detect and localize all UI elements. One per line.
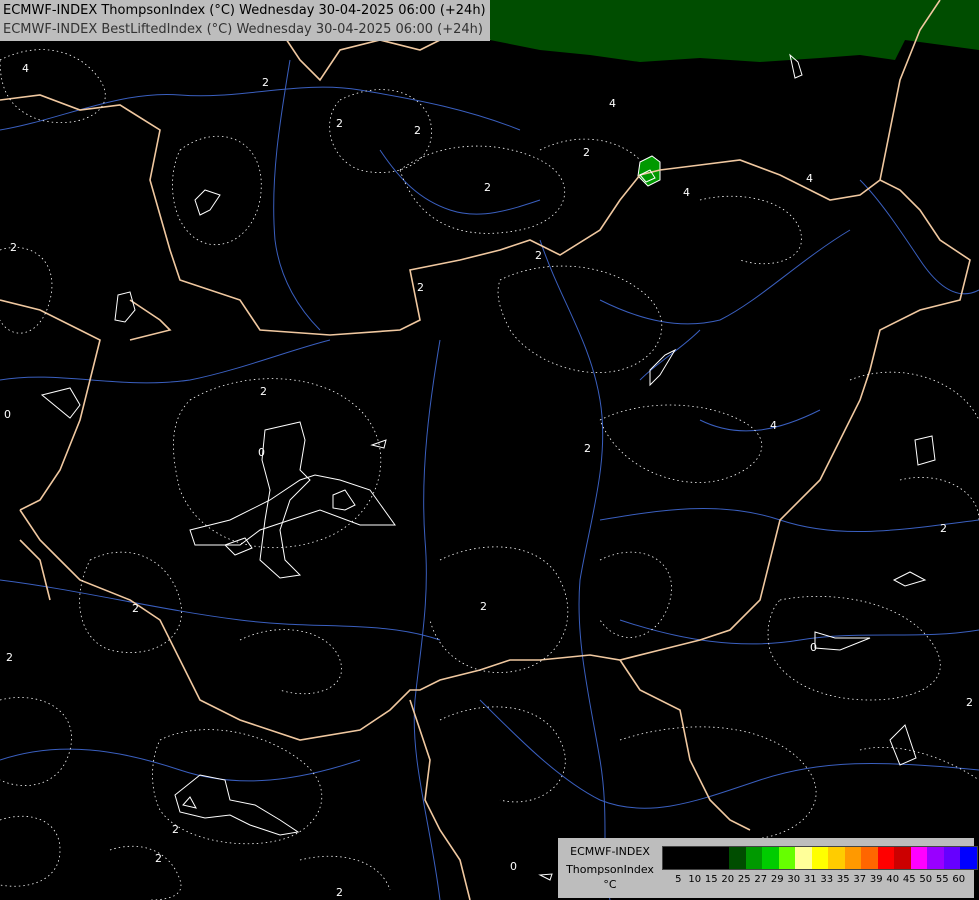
contour-label: 2 — [584, 442, 591, 455]
contour-label: 0 — [510, 860, 517, 873]
best-lifted-index-contours — [40, 53, 936, 881]
contour-label: 2 — [172, 823, 179, 836]
contour-labels: 4 2 2 2 2 4 2 4 4 2 2 2 0 2 4 2 2 2 2 2 … — [4, 62, 973, 899]
legend-tick-label: 40 — [886, 874, 900, 885]
country-borders — [0, 0, 971, 900]
contour-label: 0 — [810, 641, 817, 654]
contour-label: 2 — [336, 886, 343, 899]
legend-swatch — [778, 847, 795, 869]
weather-map: 4 2 2 2 2 4 2 4 4 2 2 2 0 2 4 2 2 2 2 2 … — [0, 0, 979, 900]
contour-label: 4 — [806, 172, 813, 185]
legend-swatch — [696, 847, 713, 869]
contour-label: 0 — [258, 446, 265, 459]
legend-tick-label: 60 — [952, 874, 966, 885]
legend-tick-label: 50 — [919, 874, 933, 885]
legend-swatch — [943, 847, 960, 869]
contour-label: 2 — [260, 385, 267, 398]
legend-tick-label: 33 — [820, 874, 834, 885]
contour-label: 2 — [155, 852, 162, 865]
legend-tick-label: 35 — [836, 874, 850, 885]
legend-tick-label: 39 — [869, 874, 883, 885]
contour-label: 4 — [770, 419, 777, 432]
contour-label: 2 — [132, 602, 139, 615]
contour-label: 0 — [4, 408, 11, 421]
legend-swatch — [762, 847, 779, 869]
contour-label: 2 — [940, 522, 947, 535]
legend-tick-label: 30 — [787, 874, 801, 885]
legend-unit: °C — [603, 878, 617, 891]
contour-label: 2 — [966, 696, 973, 709]
legend-tick-label: 10 — [688, 874, 702, 885]
legend-tick-label: 45 — [902, 874, 916, 885]
legend-swatch — [960, 847, 977, 869]
legend-swatch — [745, 847, 762, 869]
legend-swatch — [844, 847, 861, 869]
legend-swatch — [910, 847, 927, 869]
legend-swatch — [795, 847, 812, 869]
legend-index: ThompsonIndex — [566, 863, 654, 876]
legend-swatch — [861, 847, 878, 869]
contour-label: 2 — [10, 241, 17, 254]
title-line-thompson: ECMWF-INDEX ThompsonIndex (°C) Wednesday… — [3, 3, 486, 18]
legend-ticks: 5 10 15 20 25 27 29 30 31 33 35 37 39 40 45 50 55 60 — [662, 874, 967, 885]
contour-label: 4 — [22, 62, 29, 75]
contour-label: 2 — [535, 249, 542, 262]
thompson-index-fill-area — [470, 0, 979, 62]
contour-label: 2 — [262, 76, 269, 89]
contour-label: 2 — [480, 600, 487, 613]
legend-tick-label: 29 — [770, 874, 784, 885]
contour-label: 2 — [417, 281, 424, 294]
legend-tick-label: 25 — [737, 874, 751, 885]
legend-tick-label: 55 — [935, 874, 949, 885]
legend-swatch — [679, 847, 696, 869]
legend-tick-label: 37 — [853, 874, 867, 885]
legend-swatch — [729, 847, 746, 869]
legend-swatch — [877, 847, 894, 869]
contour-label: 4 — [683, 186, 690, 199]
contour-label: 2 — [484, 181, 491, 194]
color-legend: ECMWF-INDEX ThompsonIndex °C 5 10 15 20 25 27… — [558, 838, 978, 898]
legend-swatch — [712, 847, 729, 869]
legend-tick-label: 5 — [675, 874, 682, 885]
legend-swatch — [828, 847, 845, 869]
contour-label: 2 — [6, 651, 13, 664]
legend-tick-label: 20 — [721, 874, 735, 885]
legend-swatch — [927, 847, 944, 869]
contour-label: 2 — [336, 117, 343, 130]
contour-label: 4 — [609, 97, 616, 110]
legend-swatch — [663, 847, 680, 869]
legend-model: ECMWF-INDEX — [570, 845, 650, 858]
legend-swatches — [662, 846, 978, 870]
contour-label: 2 — [414, 124, 421, 137]
legend-tick-label: 31 — [803, 874, 817, 885]
contour-label: 2 — [583, 146, 590, 159]
legend-swatch — [894, 847, 911, 869]
legend-tick-label: 15 — [704, 874, 718, 885]
title-line-bestlifted: ECMWF-INDEX BestLiftedIndex (°C) Wednesd… — [3, 22, 483, 37]
thompson-index-contours — [0, 49, 979, 900]
legend-swatch — [811, 847, 828, 869]
map-title: ECMWF-INDEX ThompsonIndex (°C) Wednesday… — [0, 0, 490, 41]
legend-tick-label: 27 — [754, 874, 768, 885]
